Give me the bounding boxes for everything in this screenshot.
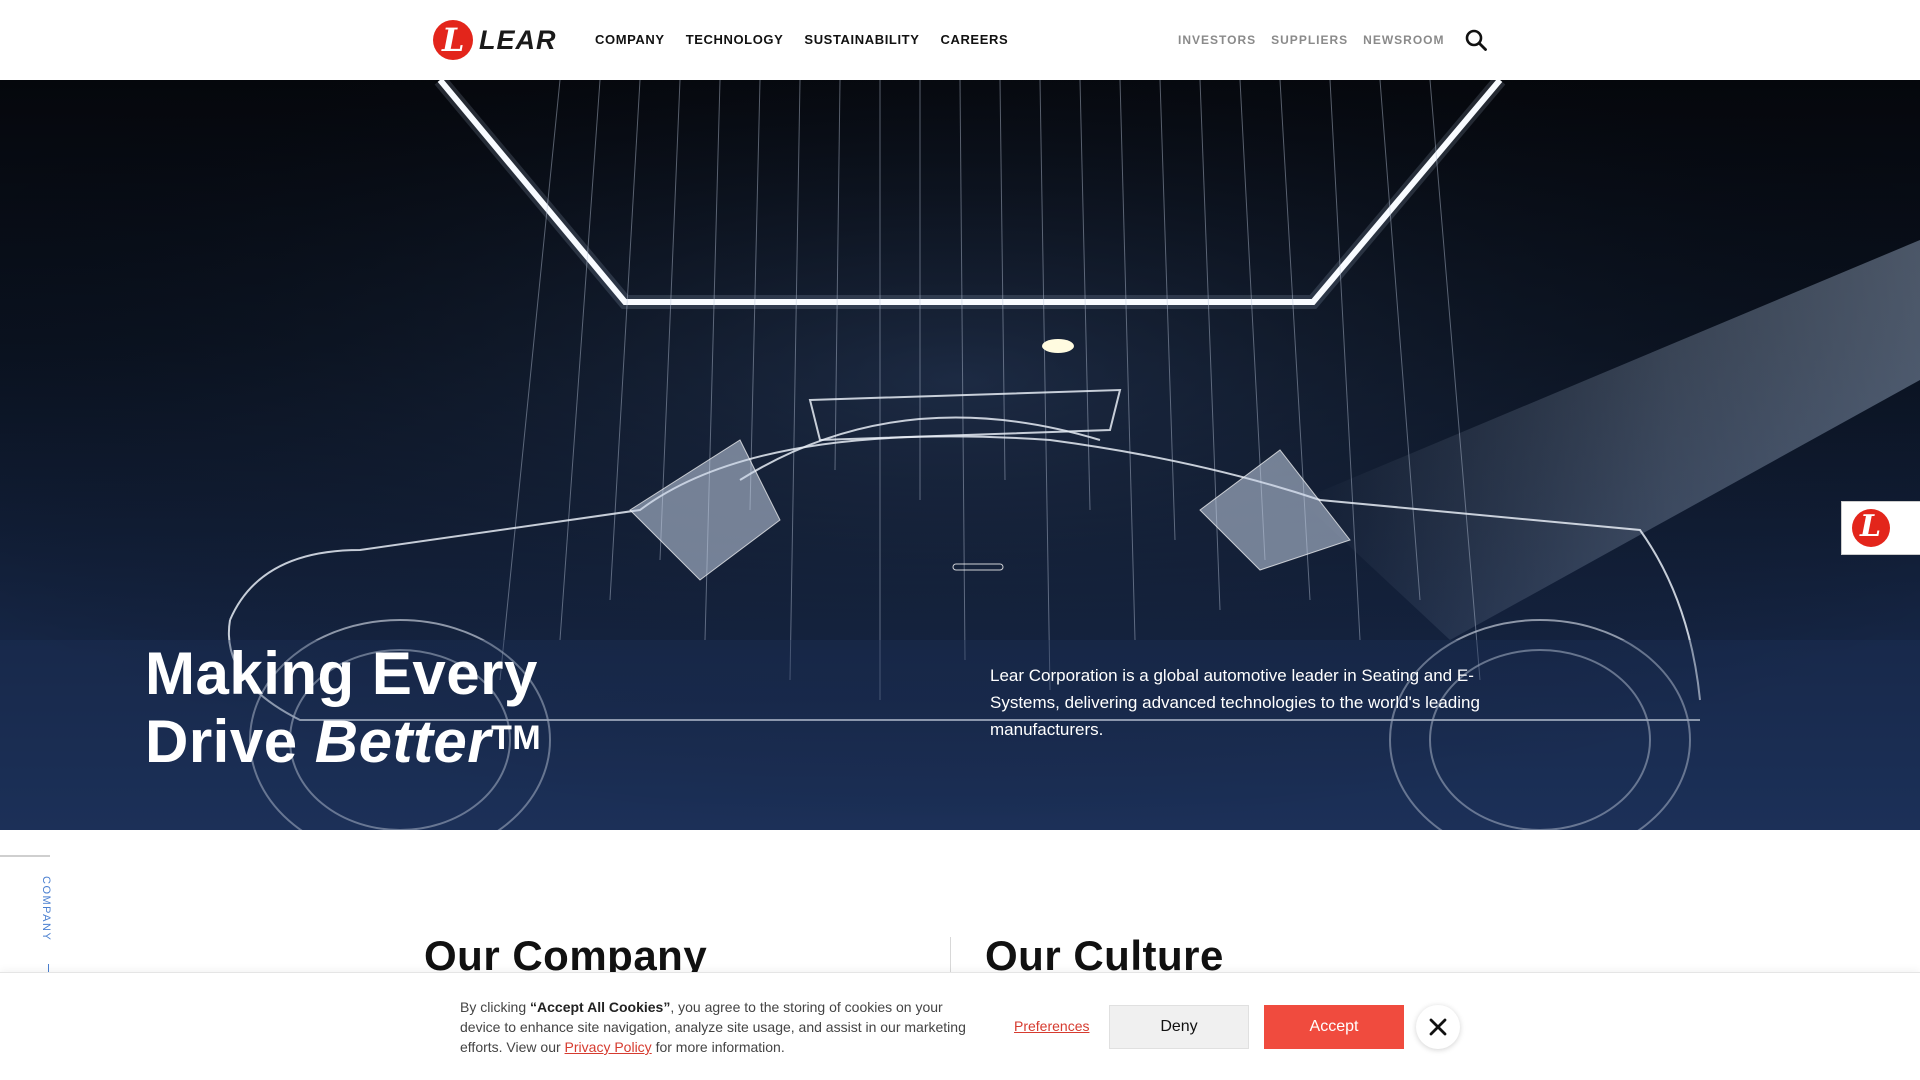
utility-nav: INVESTORS SUPPLIERS NEWSROOM — [1178, 33, 1445, 47]
hero-banner: Making Every Drive BetterTM Lear Corpora… — [0, 80, 1920, 830]
nav-item-suppliers[interactable]: SUPPLIERS — [1271, 33, 1348, 47]
search-icon[interactable] — [1465, 29, 1487, 51]
side-lear-badge[interactable]: L — [1841, 501, 1920, 555]
hero-title: Making Every Drive BetterTM — [145, 640, 541, 776]
lear-logo-mark: L — [433, 20, 473, 60]
cookie-banner: By clicking “Accept All Cookies”, you ag… — [0, 972, 1920, 1080]
hero-title-line2: Drive — [145, 708, 315, 775]
trademark-symbol: TM — [491, 719, 542, 757]
nav-item-newsroom[interactable]: NEWSROOM — [1363, 33, 1444, 47]
nav-item-sustainability[interactable]: SUSTAINABILITY — [804, 32, 919, 47]
section-rail-line — [0, 855, 50, 857]
accept-button[interactable]: Accept — [1264, 1005, 1404, 1049]
main-nav: COMPANY TECHNOLOGY SUSTAINABILITY CAREER… — [595, 32, 1008, 47]
privacy-policy-link[interactable]: Privacy Policy — [565, 1039, 652, 1055]
lear-logo[interactable]: L LEAR — [433, 20, 557, 60]
lear-logo-text: LEAR — [479, 24, 557, 55]
nav-item-company[interactable]: COMPANY — [595, 32, 665, 47]
deny-button[interactable]: Deny — [1109, 1005, 1249, 1049]
site-header: L LEAR COMPANY TECHNOLOGY SUSTAINABILITY… — [0, 0, 1920, 80]
section-rail-label: COMPANY — [40, 876, 52, 942]
cookie-message: By clicking “Accept All Cookies”, you ag… — [460, 999, 966, 1055]
hero-title-emphasis: Better — [314, 708, 492, 775]
nav-item-technology[interactable]: TECHNOLOGY — [686, 32, 784, 47]
nav-item-investors[interactable]: INVESTORS — [1178, 33, 1256, 47]
preferences-link[interactable]: Preferences — [1014, 1018, 1089, 1034]
hero-title-line1: Making Every — [145, 640, 538, 707]
hero-description: Lear Corporation is a global automotive … — [990, 666, 1480, 739]
cookie-message-bold: “Accept All Cookies” — [530, 999, 671, 1015]
lear-badge-icon: L — [1852, 509, 1890, 547]
nav-item-careers[interactable]: CAREERS — [940, 32, 1008, 47]
close-icon[interactable] — [1416, 1005, 1460, 1049]
